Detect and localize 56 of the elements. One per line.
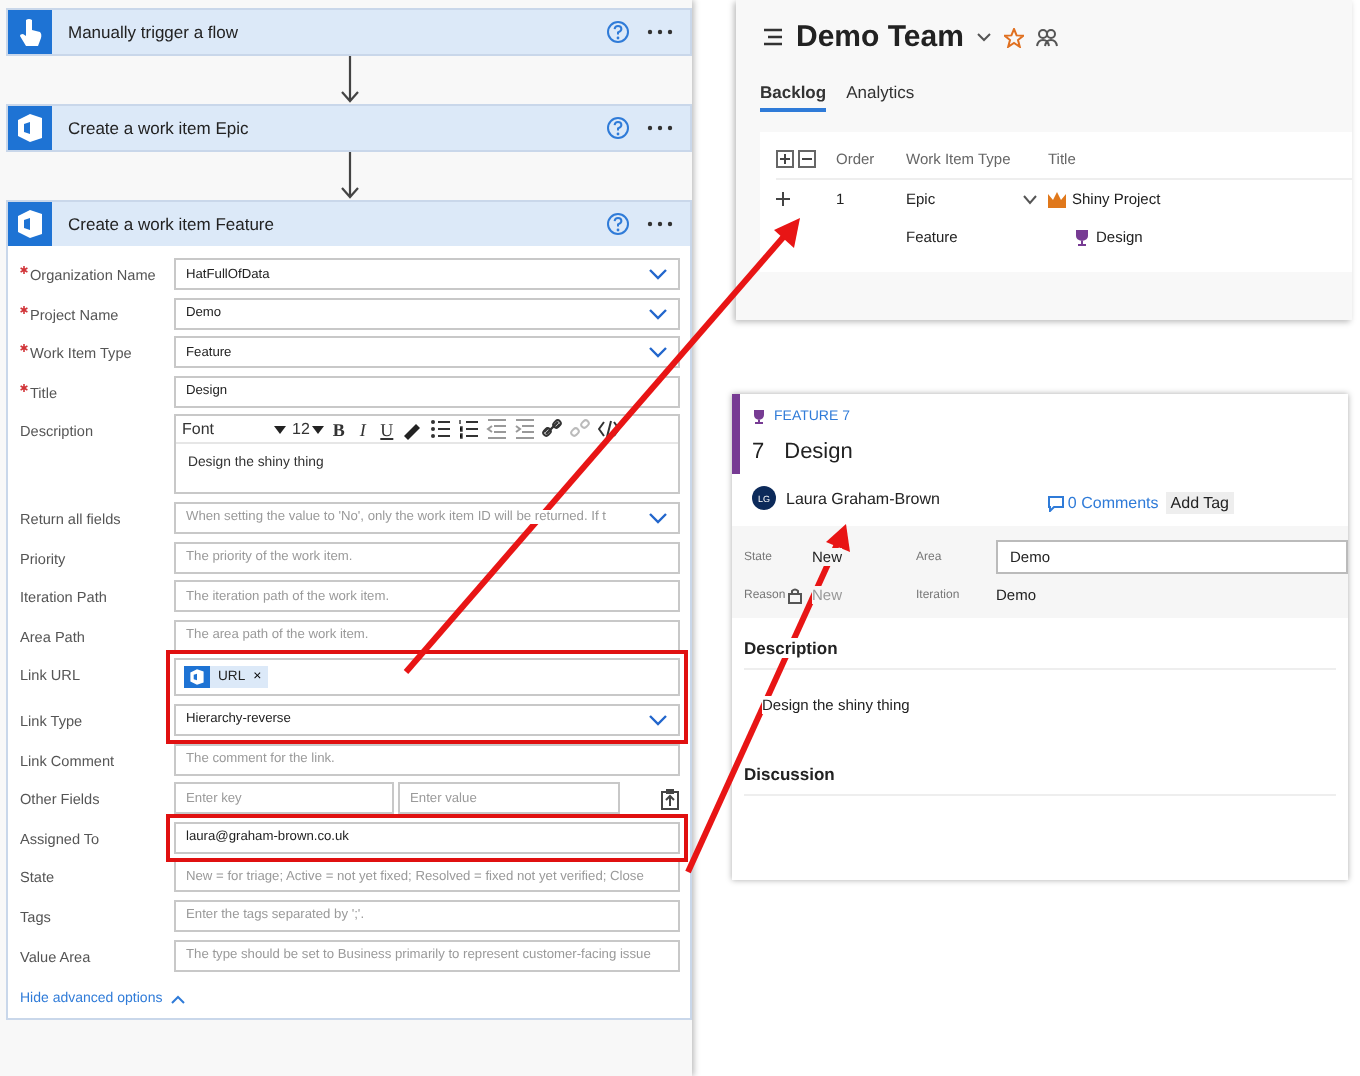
tab[interactable]: Backlog — [760, 82, 827, 112]
comments-link[interactable]: 0 Comments — [1047, 494, 1159, 512]
underline-button[interactable]: U — [377, 419, 396, 440]
chevron-down-icon[interactable] — [975, 32, 992, 42]
comment-icon — [1047, 495, 1064, 511]
bold-button[interactable]: B — [329, 419, 348, 440]
people-icon[interactable] — [1035, 27, 1058, 47]
step-header[interactable]: Create a work item Feature — [8, 202, 690, 246]
work-item-title[interactable]: Design — [784, 440, 853, 464]
section-heading: Description — [744, 638, 838, 658]
star-icon[interactable] — [1003, 27, 1024, 47]
code-icon[interactable] — [597, 418, 620, 441]
more-icon[interactable] — [646, 218, 674, 230]
font-dropdown[interactable]: Font — [182, 420, 286, 439]
chevron-up-icon[interactable] — [170, 994, 187, 1005]
collapse-all-icon[interactable] — [798, 150, 816, 168]
chevron-down-icon — [648, 344, 668, 361]
connector-arrow — [339, 152, 359, 200]
step-header[interactable]: Create a work item Epic — [8, 106, 690, 150]
trophy-icon — [752, 410, 766, 424]
step-title[interactable]: Create a work item Feature — [68, 214, 590, 234]
work-item-id: 7 — [752, 440, 765, 464]
trophy-icon — [1074, 229, 1090, 245]
more-icon[interactable] — [646, 122, 674, 134]
help-icon[interactable] — [606, 116, 630, 140]
chevron-down-icon — [648, 305, 668, 322]
hand-icon — [16, 16, 44, 48]
crown-icon — [1048, 191, 1066, 207]
tab[interactable]: Analytics — [846, 82, 915, 112]
add-tag-button[interactable]: Add Tag — [1166, 492, 1233, 514]
more-icon[interactable] — [646, 26, 674, 38]
lock-icon — [788, 587, 802, 603]
help-icon[interactable] — [606, 212, 630, 236]
add-icon[interactable] — [776, 192, 790, 206]
menu-icon[interactable] — [760, 28, 784, 46]
numbered-list-icon[interactable] — [457, 418, 480, 441]
clipboard-icon[interactable] — [660, 787, 680, 810]
team-name[interactable]: Demo Team — [796, 20, 964, 54]
type-color-bar — [732, 394, 740, 474]
italic-button[interactable]: I — [353, 419, 372, 440]
section-heading: Discussion — [744, 764, 835, 784]
chevron-down-icon — [648, 711, 668, 728]
chevron-down-icon — [648, 509, 668, 526]
step-header[interactable]: Manually trigger a flow — [8, 10, 690, 54]
caret-icon — [311, 425, 324, 434]
link-icon[interactable] — [541, 418, 564, 441]
bullet-list-icon[interactable] — [429, 418, 452, 441]
chevron-down-icon — [648, 266, 668, 282]
help-icon[interactable] — [606, 20, 630, 44]
connector-arrow — [339, 56, 359, 104]
assignee-name[interactable]: Laura Graham-Brown — [786, 489, 940, 507]
size-dropdown[interactable]: 12 — [292, 420, 324, 439]
expand-all-icon[interactable] — [776, 150, 794, 168]
chevron-down-icon[interactable] — [1022, 193, 1038, 205]
caret-icon — [274, 425, 286, 434]
pen-icon[interactable] — [401, 418, 424, 441]
